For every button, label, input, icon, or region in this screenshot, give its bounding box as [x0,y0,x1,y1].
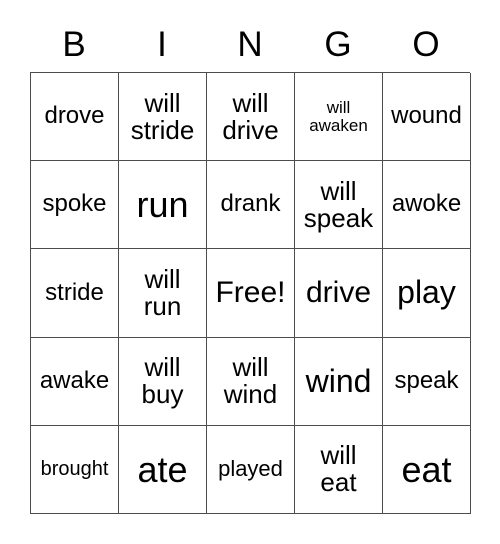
header-letter-n: N [237,25,263,64]
bingo-cell[interactable]: played [207,425,295,515]
bingo-cell[interactable]: will buy [119,337,207,426]
bingo-row: awake will buy will wind wind speak [31,337,471,426]
header-letter-o: O [412,25,440,64]
bingo-cell[interactable]: will speak [295,161,383,250]
bingo-cell-label: drive [305,276,372,310]
bingo-header: B I N G O [30,18,470,72]
bingo-cell-label: spoke [42,190,107,218]
bingo-card: B I N G O drove will stride will drive w… [0,0,500,544]
bingo-row: spoke run drank will speak awoke [31,161,471,250]
bingo-cell-label: ate [137,448,188,490]
bingo-cell[interactable]: awoke [383,161,471,250]
bingo-cell-label: Free! [215,276,286,310]
bingo-cell-label: will stride [130,87,195,145]
bingo-cell-label: awoke [391,190,462,218]
bingo-cell[interactable]: will stride [119,73,207,162]
bingo-cell-free[interactable]: Free! [207,249,295,338]
header-letter-b: B [62,25,86,64]
bingo-cell[interactable]: wound [383,73,471,162]
bingo-cell[interactable]: brought [31,425,119,515]
bingo-cell[interactable]: drank [207,161,295,250]
bingo-cell-label: eat [401,448,452,490]
bingo-cell-label: speak [394,366,459,394]
bingo-cell-label: played [218,455,283,481]
bingo-cell-label: drove [44,102,105,130]
bingo-cell-label: will wind [223,352,278,410]
bingo-cell[interactable]: play [383,249,471,338]
bingo-grid: drove will stride will drive will awaken… [30,72,471,515]
bingo-cell-label: brought [40,458,109,481]
bingo-cell[interactable]: will wind [207,337,295,426]
bingo-cell[interactable]: will run [119,249,207,338]
bingo-row: brought ate played will eat eat [31,425,471,515]
bingo-cell-label: stride [45,278,104,306]
bingo-cell-label: will drive [222,87,279,145]
bingo-cell[interactable]: ate [119,425,207,515]
bingo-cell-label: wind [305,362,372,399]
bingo-cell[interactable]: drive [295,249,383,338]
bingo-row: drove will stride will drive will awaken… [31,73,471,162]
bingo-cell-label: awake [39,366,110,394]
bingo-cell[interactable]: stride [31,249,119,338]
bingo-cell-label: wound [391,102,462,130]
header-letter-g: G [324,25,352,64]
bingo-cell[interactable]: will eat [295,425,383,515]
bingo-cell-label: will run [143,263,182,321]
bingo-cell-label: play [397,274,456,311]
bingo-cell[interactable]: will drive [207,73,295,162]
bingo-cell[interactable]: run [119,161,207,250]
bingo-cell[interactable]: spoke [31,161,119,250]
bingo-cell-label: will eat [320,440,357,498]
bingo-cell[interactable]: wind [295,337,383,426]
bingo-cell-label: will awaken [309,97,368,135]
bingo-cell-label: run [136,184,189,226]
bingo-cell[interactable]: awake [31,337,119,426]
bingo-cell-label: drank [220,190,281,218]
bingo-cell-label: will buy [141,352,184,410]
bingo-row: stride will run Free! drive play [31,249,471,338]
bingo-cell[interactable]: will awaken [295,73,383,162]
bingo-cell-label: will speak [303,175,374,233]
bingo-cell[interactable]: eat [383,425,471,515]
header-letter-i: I [157,25,167,64]
bingo-cell[interactable]: speak [383,337,471,426]
bingo-cell[interactable]: drove [31,73,119,162]
